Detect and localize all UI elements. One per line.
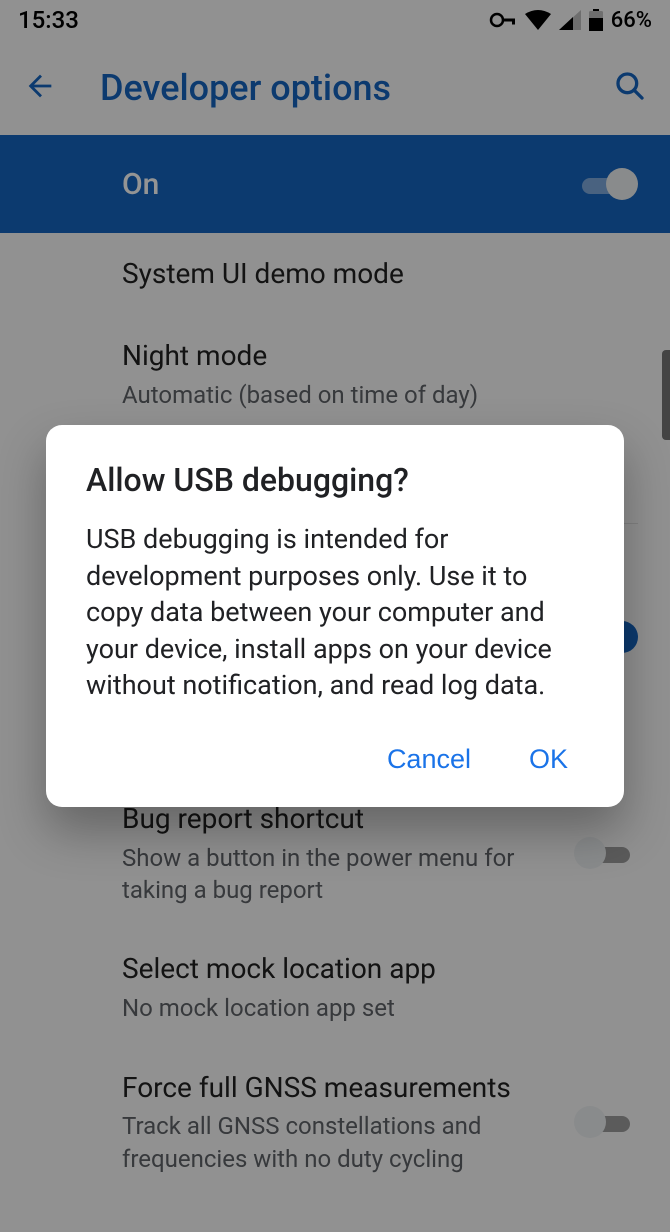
modal-scrim[interactable]: Allow USB debugging? USB debugging is in… xyxy=(0,0,670,1232)
ok-button[interactable]: OK xyxy=(525,734,572,785)
dialog-title: Allow USB debugging? xyxy=(86,461,584,499)
dialog-actions: Cancel OK xyxy=(86,734,584,785)
dialog-body: USB debugging is intended for developmen… xyxy=(86,521,584,703)
usb-debugging-dialog: Allow USB debugging? USB debugging is in… xyxy=(46,425,624,806)
screen: 15:33 66% Developer options xyxy=(0,0,670,1232)
cancel-button[interactable]: Cancel xyxy=(383,734,475,785)
